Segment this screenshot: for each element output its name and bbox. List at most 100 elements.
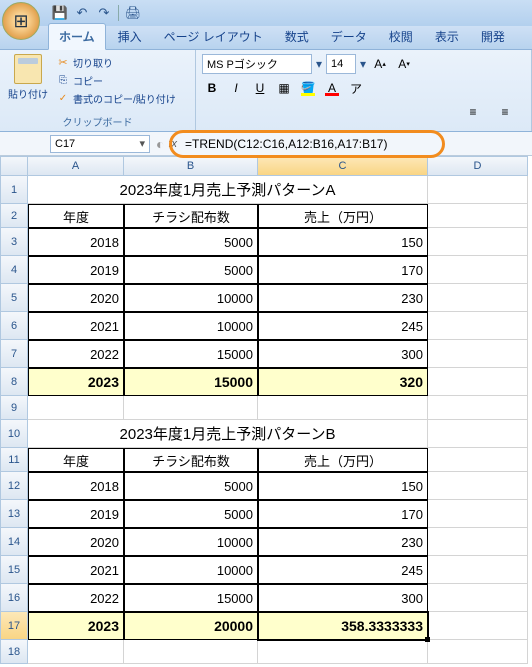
fill-color-button[interactable]: 🪣 xyxy=(298,78,318,98)
data-cell[interactable]: 150 xyxy=(258,472,428,500)
row-header[interactable]: 11 xyxy=(0,448,28,472)
row-header[interactable]: 1 xyxy=(0,176,28,204)
data-cell[interactable]: 2019 xyxy=(28,500,124,528)
row-header[interactable]: 7 xyxy=(0,340,28,368)
data-cell[interactable]: 2018 xyxy=(28,472,124,500)
data-cell[interactable]: 320 xyxy=(258,368,428,396)
row-header[interactable]: 18 xyxy=(0,640,28,664)
cell[interactable] xyxy=(428,448,528,472)
format-painter-button[interactable]: ✓書式のコピー/貼り付け xyxy=(54,90,178,107)
cell[interactable] xyxy=(428,584,528,612)
office-button[interactable]: ⊞ xyxy=(2,2,40,40)
formula-input[interactable]: =TREND(C12:C16,A12:B16,A17:B17) xyxy=(181,135,532,153)
data-cell[interactable]: 10000 xyxy=(124,556,258,584)
row-header[interactable]: 4 xyxy=(0,256,28,284)
tab-data[interactable]: データ xyxy=(321,24,377,49)
tab-home[interactable]: ホーム xyxy=(48,23,106,50)
data-cell[interactable]: 15000 xyxy=(124,368,258,396)
data-cell[interactable]: 230 xyxy=(258,284,428,312)
data-cell[interactable]: 15000 xyxy=(124,340,258,368)
decrease-font-button[interactable]: A▾ xyxy=(394,54,414,74)
data-cell[interactable]: 2022 xyxy=(28,584,124,612)
data-cell[interactable]: 2021 xyxy=(28,312,124,340)
row-header[interactable]: 15 xyxy=(0,556,28,584)
data-cell[interactable]: 300 xyxy=(258,584,428,612)
row-header[interactable]: 16 xyxy=(0,584,28,612)
col-header-b[interactable]: B xyxy=(124,156,258,176)
font-name-select[interactable] xyxy=(202,54,312,74)
print-icon[interactable]: 🖨 xyxy=(125,5,141,21)
save-icon[interactable]: 💾 xyxy=(52,5,68,21)
row-header[interactable]: 12 xyxy=(0,472,28,500)
align-center-button[interactable]: ≡ xyxy=(495,102,515,122)
name-box[interactable]: C17▾ xyxy=(50,135,150,153)
font-color-button[interactable]: A xyxy=(322,78,342,98)
paste-button[interactable]: 貼り付け xyxy=(4,52,52,112)
data-cell[interactable]: 150 xyxy=(258,228,428,256)
cell[interactable] xyxy=(28,396,124,420)
phonetic-button[interactable]: ア xyxy=(346,78,366,98)
data-cell[interactable]: 20000 xyxy=(124,612,258,640)
cell[interactable] xyxy=(428,556,528,584)
row-header[interactable]: 14 xyxy=(0,528,28,556)
italic-button[interactable]: I xyxy=(226,78,246,98)
tab-formulas[interactable]: 数式 xyxy=(275,24,319,49)
cell[interactable] xyxy=(428,284,528,312)
row-header[interactable]: 5 xyxy=(0,284,28,312)
row-header[interactable]: 10 xyxy=(0,420,28,448)
data-cell[interactable]: 2023 xyxy=(28,368,124,396)
tab-layout[interactable]: ページ レイアウト xyxy=(154,24,273,49)
data-cell[interactable]: 2020 xyxy=(28,528,124,556)
fx-icon[interactable]: fx xyxy=(168,138,177,150)
cell[interactable] xyxy=(124,396,258,420)
header-cell[interactable]: 年度 xyxy=(28,448,124,472)
header-cell[interactable]: チラシ配布数 xyxy=(124,448,258,472)
cell[interactable] xyxy=(428,472,528,500)
col-header-d[interactable]: D xyxy=(428,156,528,176)
tab-view[interactable]: 表示 xyxy=(425,24,469,49)
copy-button[interactable]: ⎘コピー xyxy=(54,72,178,89)
cell[interactable] xyxy=(428,204,528,228)
data-cell[interactable]: 300 xyxy=(258,340,428,368)
data-cell[interactable]: 2023 xyxy=(28,612,124,640)
data-cell[interactable]: 230 xyxy=(258,528,428,556)
row-header[interactable]: 2 xyxy=(0,204,28,228)
header-cell[interactable]: 年度 xyxy=(28,204,124,228)
data-cell[interactable]: 5000 xyxy=(124,256,258,284)
cell[interactable] xyxy=(428,500,528,528)
cell[interactable] xyxy=(428,396,528,420)
cell[interactable] xyxy=(428,340,528,368)
tab-review[interactable]: 校閲 xyxy=(379,24,423,49)
col-header-c[interactable]: C xyxy=(258,156,428,176)
border-button[interactable]: ▦ xyxy=(274,78,294,98)
row-header[interactable]: 8 xyxy=(0,368,28,396)
data-cell[interactable]: 5000 xyxy=(124,228,258,256)
row-header[interactable]: 17 xyxy=(0,612,28,640)
cell[interactable] xyxy=(428,528,528,556)
cell[interactable] xyxy=(124,640,258,664)
redo-icon[interactable]: ↷ xyxy=(96,5,112,21)
data-cell[interactable]: 358.3333333 xyxy=(258,612,428,640)
select-all-corner[interactable] xyxy=(0,156,28,176)
font-size-select[interactable] xyxy=(326,54,356,74)
tab-insert[interactable]: 挿入 xyxy=(108,24,152,49)
data-cell[interactable]: 2020 xyxy=(28,284,124,312)
data-cell[interactable]: 245 xyxy=(258,556,428,584)
data-cell[interactable]: 2019 xyxy=(28,256,124,284)
data-cell[interactable]: 2022 xyxy=(28,340,124,368)
underline-button[interactable]: U xyxy=(250,78,270,98)
header-cell[interactable]: 売上（万円） xyxy=(258,448,428,472)
data-cell[interactable]: 10000 xyxy=(124,312,258,340)
data-cell[interactable]: 170 xyxy=(258,256,428,284)
data-cell[interactable]: 5000 xyxy=(124,500,258,528)
data-cell[interactable]: 5000 xyxy=(124,472,258,500)
data-cell[interactable]: 170 xyxy=(258,500,428,528)
header-cell[interactable]: 売上（万円） xyxy=(258,204,428,228)
cell[interactable] xyxy=(258,396,428,420)
row-header[interactable]: 13 xyxy=(0,500,28,528)
align-left-button[interactable]: ≡ xyxy=(463,102,483,122)
spreadsheet-grid[interactable]: A B C D 12023年度1月売上予測パターンA2年度チラシ配布数売上（万円… xyxy=(0,156,532,664)
row-header[interactable]: 6 xyxy=(0,312,28,340)
bold-button[interactable]: B xyxy=(202,78,222,98)
cut-button[interactable]: ✂切り取り xyxy=(54,54,178,71)
